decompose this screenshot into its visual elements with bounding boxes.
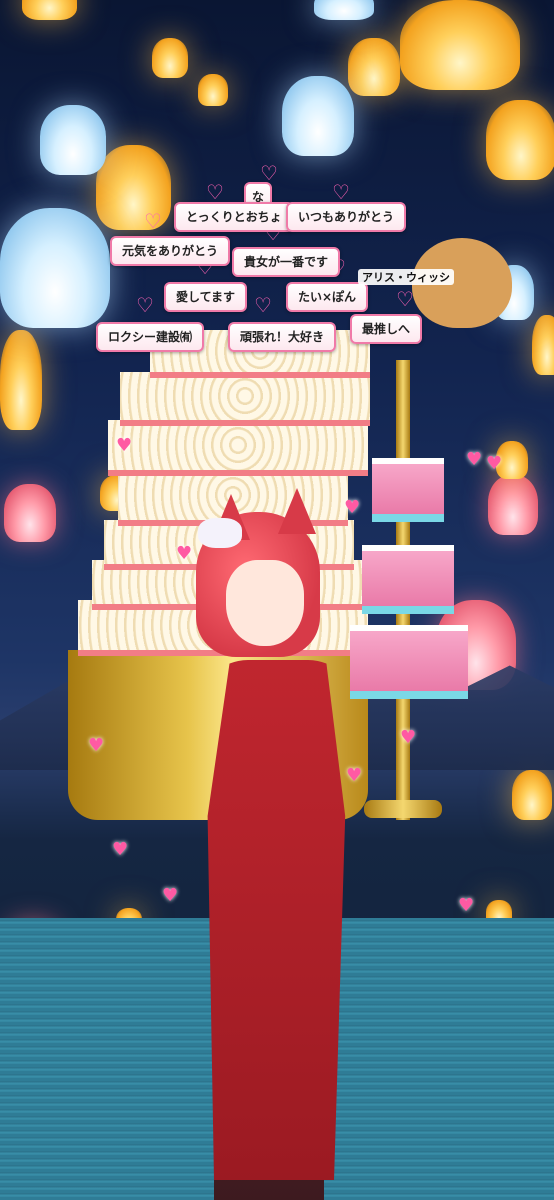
message-text: 元気をありがとう [122,244,219,258]
heart-icon: ♥ [458,895,475,916]
heart-icon: ♡ [136,293,154,317]
message-text: ロクシー建設㈲ [108,330,193,344]
lantern [512,770,552,820]
heart-icon: ♥ [466,449,483,470]
cake-stand-base [364,800,442,818]
hair-bow [198,518,242,548]
character-face [226,560,304,646]
heart-icon: ♥ [400,727,417,748]
name-tag: アリス・ウィッシ [358,269,454,285]
heart-icon: ♥ [88,735,105,756]
heart-icon: ♥ [346,765,363,786]
lantern [4,484,56,542]
message-text: いつもありがとう [298,210,395,224]
message-bubble[interactable]: たい×ぽん [286,282,369,312]
message-text: たい×ぽん [298,290,357,304]
message-text: 貴女が一番です [244,255,329,269]
message-bubble[interactable]: ロクシー建設㈲ [96,322,205,352]
message-text: 最推しへ [362,322,411,336]
pink-cake [350,625,468,699]
heart-icon: ♡ [206,180,224,204]
heart-icon: ♡ [260,161,278,185]
message-bubble[interactable]: 元気をありがとう [110,236,231,266]
message-text: とっくりとおちょ [186,210,282,224]
heart-icon: ♥ [162,885,179,906]
heart-icon: ♥ [486,453,503,474]
message-bubble[interactable]: 貴女が一番です [232,247,341,277]
lantern [488,475,538,535]
game-scene: ♥ ♥ ♥ ♥ ♥ ♥ ♥ ♥ ♥ ♥ ♥ ♡ ♡ ♡ ♡ ♡ ♡ ♡ ♡ ♡ … [0,0,554,1200]
heart-icon: ♥ [112,839,129,860]
cake-tier [120,372,370,426]
message-bubble[interactable]: とっくりとおちょ [174,202,294,232]
heart-icon: ♡ [332,180,350,204]
heart-icon: ♡ [254,293,272,317]
heart-icon: ♡ [396,287,414,311]
pink-cake [362,545,454,614]
message-bubble[interactable]: 頑張れ！大好き [228,322,337,352]
message-bubble[interactable]: 愛してます [164,282,248,312]
heart-icon: ♥ [116,435,133,456]
heart-icon: ♡ [144,209,162,233]
message-bubble[interactable]: 最推しへ [350,314,423,344]
pink-cake [372,458,444,522]
character-dress [207,660,346,1180]
cake-tier [108,420,368,476]
message-text: 頑張れ！大好き [240,330,325,344]
cheer-messages: ♡ ♡ ♡ ♡ ♡ ♡ ♡ ♡ ♡ ♡ な とっくりとおちょ いつもありがとう … [0,0,554,380]
heart-icon: ♥ [176,543,193,564]
message-bubble[interactable]: いつもありがとう [286,202,407,232]
message-text: 愛してます [176,290,236,304]
heart-icon: ♥ [344,497,361,518]
